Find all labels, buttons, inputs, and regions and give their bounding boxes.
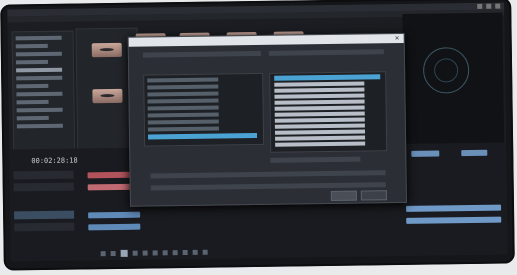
step-forward-icon[interactable] [132,250,138,256]
trim-icon[interactable] [192,249,198,255]
project-row[interactable] [15,59,49,65]
timeline-clip[interactable] [411,150,440,157]
name-field[interactable] [150,170,386,179]
preset-description [270,156,361,163]
timeline-clip[interactable] [88,211,141,219]
search-field[interactable] [268,49,384,56]
go-to-end-icon[interactable] [142,250,148,256]
preset-list-item[interactable] [274,105,365,111]
timeline-clip[interactable] [88,223,141,231]
project-row[interactable] [15,35,62,41]
filter-field[interactable] [142,50,261,58]
step-back-icon[interactable] [110,250,116,257]
close-window-icon[interactable] [495,3,501,9]
program-monitor [402,12,505,144]
project-row-selected[interactable] [16,67,63,73]
category-list-item[interactable] [147,126,219,132]
track-header-selected[interactable] [14,210,75,220]
dialog-title-bar: ✕ [128,33,404,47]
video-editor-window: 00:02:28:18 ✕ [7,2,508,262]
project-row[interactable] [16,75,63,81]
preset-list-item[interactable] [274,117,365,123]
category-list-item[interactable] [147,98,219,104]
project-row[interactable] [16,107,63,113]
path-field[interactable] [150,182,386,191]
preset-list-item[interactable] [275,141,365,147]
ok-button[interactable] [330,190,357,201]
category-list-item[interactable] [147,119,219,125]
play-icon[interactable] [120,249,128,257]
scope-display [422,47,470,94]
marker-icon[interactable] [162,250,168,256]
timecode-display[interactable]: 00:02:28:18 [31,157,77,166]
preset-list-item-selected[interactable] [274,74,381,81]
category-list-item-selected[interactable] [147,133,257,140]
dialog-close-button[interactable]: ✕ [395,34,400,43]
preset-list-item[interactable] [274,87,365,93]
project-row[interactable] [16,99,49,105]
preset-list-item[interactable] [274,81,365,87]
preset-list-item[interactable] [274,111,365,117]
track-header[interactable] [13,182,74,192]
preset-list-item[interactable] [274,123,365,129]
preset-list [269,71,388,153]
preset-list-item[interactable] [275,135,365,141]
cancel-button[interactable] [360,190,387,201]
timeline-clip[interactable] [406,204,502,212]
project-row[interactable] [16,123,63,129]
modal-dialog: ✕ [127,32,407,207]
window-controls [477,3,501,9]
zoom-icon[interactable] [202,249,208,255]
category-list-item[interactable] [147,105,219,111]
category-list-item[interactable] [147,91,219,97]
project-row[interactable] [16,83,49,89]
razor-icon[interactable] [182,249,188,256]
minimize-icon[interactable] [477,3,483,9]
category-list-item[interactable] [147,84,219,90]
snap-icon[interactable] [172,250,178,256]
timeline-clip[interactable] [461,149,488,157]
transport-controls [100,249,208,257]
project-row[interactable] [16,115,49,121]
media-thumbnail[interactable] [92,88,123,104]
category-list-item[interactable] [147,77,219,83]
category-list-item[interactable] [147,112,219,118]
track-header[interactable] [14,222,75,232]
close-icon: ✕ [394,35,400,43]
project-row[interactable] [15,51,62,57]
preset-list-item[interactable] [274,93,365,99]
monitor-bezel: 00:02:28:18 ✕ [0,0,515,271]
project-row[interactable] [15,43,48,49]
track-header[interactable] [13,170,74,180]
timeline-clip[interactable] [406,216,502,224]
project-row[interactable] [16,91,63,97]
loop-icon[interactable] [152,250,158,256]
project-panel [11,30,76,152]
go-to-start-icon[interactable] [100,251,106,257]
category-list [143,72,265,147]
preset-list-item[interactable] [274,129,365,135]
media-thumbnail[interactable] [91,42,122,58]
preset-list-item[interactable] [274,99,365,105]
maximize-icon[interactable] [486,3,492,9]
